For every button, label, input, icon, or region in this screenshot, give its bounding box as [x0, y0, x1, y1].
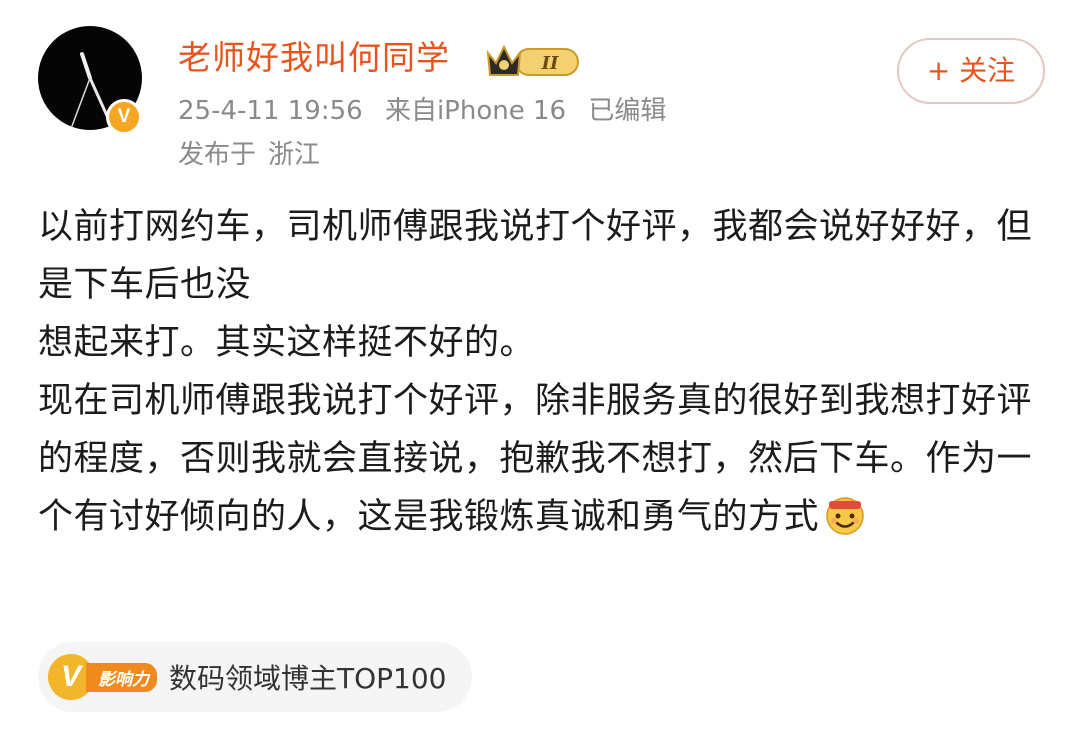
influence-word: 影响力 — [86, 662, 157, 692]
author-name[interactable]: 老师好我叫何同学 — [178, 36, 450, 80]
grinning-headband-emoji-icon — [823, 492, 867, 554]
post-content: 以前打网约车，司机师傅跟我说打个好评，我都会说好好好，但是下车后也没 想起来打。… — [38, 198, 1048, 554]
verified-badge: V — [106, 99, 142, 135]
post-line-3-text: 现在司机师傅跟我说打个好评，除非服务真的很好到我想打好评的程度，否则我就会直接说… — [38, 381, 1033, 537]
influence-badge[interactable]: V 影响力 数码领域博主TOP100 — [38, 642, 473, 712]
post-line-3: 现在司机师傅跟我说打个好评，除非服务真的很好到我想打好评的程度，否则我就会直接说… — [38, 372, 1043, 554]
post-location: 发布于 浙江 — [178, 136, 332, 174]
post-meta: 25-4-11 19:56 来自iPhone 16 已编辑 — [178, 92, 680, 130]
follow-button[interactable]: + 关注 — [897, 38, 1045, 104]
edited-label[interactable]: 已编辑 — [588, 96, 666, 126]
post-source: 来自iPhone 16 — [384, 96, 567, 126]
post-date: 25-4-11 19:56 — [178, 96, 363, 126]
post-line-1: 以前打网约车，司机师傅跟我说打个好评，我都会说好好好，但是下车后也没 — [38, 207, 1033, 305]
crown-level-icon: II — [486, 44, 579, 76]
location-prefix: 发布于 — [178, 140, 257, 170]
post-line-2: 想起来打。其实这样挺不好的。 — [38, 323, 536, 363]
level-text: II — [541, 53, 559, 74]
influence-logo: V 影响力 — [48, 654, 157, 700]
influence-label: 数码领域博主TOP100 — [169, 662, 447, 695]
location-name: 浙江 — [268, 140, 321, 170]
